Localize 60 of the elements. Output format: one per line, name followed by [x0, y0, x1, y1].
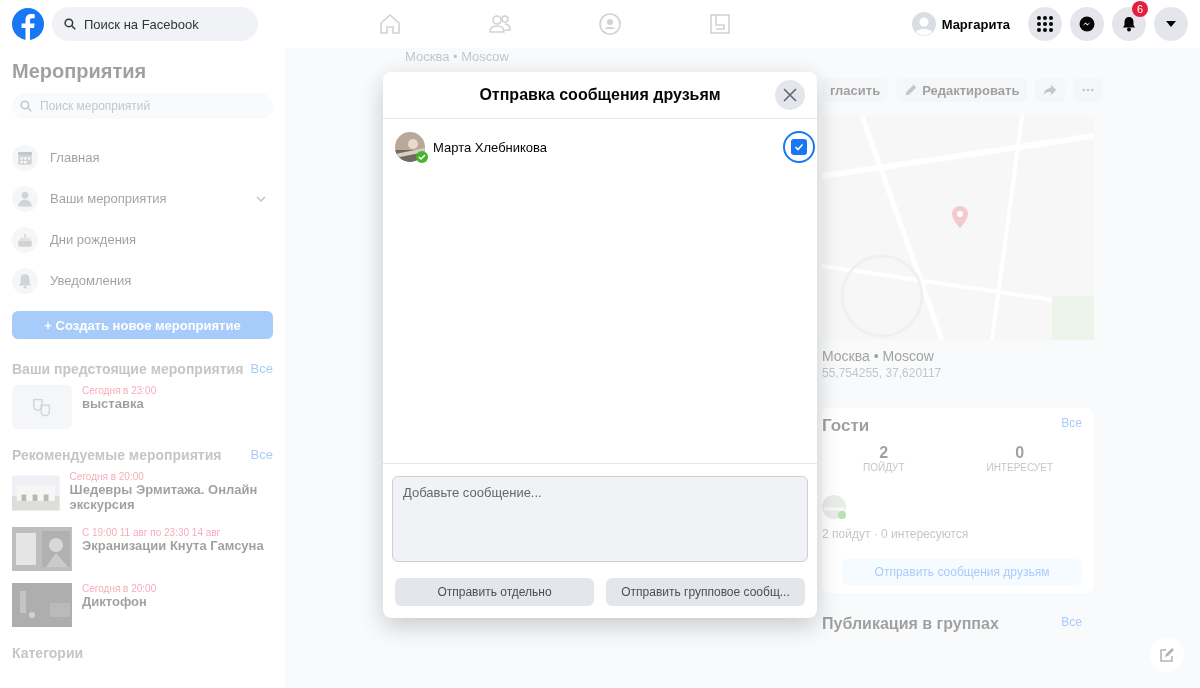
- event-item[interactable]: Сегодня в 20:00 Диктофон: [12, 583, 273, 627]
- account-button[interactable]: [1154, 7, 1188, 41]
- compose-button[interactable]: [1150, 638, 1184, 672]
- search-icon: [20, 100, 32, 112]
- section-title: Категории: [12, 645, 84, 661]
- checkbox[interactable]: [791, 139, 807, 155]
- sidebar-item[interactable]: Дни рождения: [12, 219, 273, 260]
- more-button[interactable]: [1073, 78, 1104, 102]
- bell-icon: [1121, 16, 1137, 32]
- search-icon: [64, 17, 76, 31]
- close-button[interactable]: [775, 80, 805, 110]
- location-name: Москва • Moscow: [822, 348, 935, 364]
- guest-stat[interactable]: 0 ИНТЕРЕСУЕТ: [986, 444, 1053, 473]
- see-all-link[interactable]: Все: [250, 361, 273, 377]
- search-field[interactable]: Поиск на Facebook: [52, 7, 258, 41]
- guest-stat[interactable]: 2 ПОЙДУТ: [863, 444, 905, 473]
- pencil-icon: [904, 83, 919, 97]
- sidebar-item[interactable]: Главная: [12, 137, 273, 178]
- grid-menu-icon: [1037, 16, 1053, 32]
- home-icon[interactable]: [377, 12, 402, 36]
- message-friends-button[interactable]: Отправить сообщения друзьям: [842, 559, 1082, 585]
- card-title: Гости: [822, 416, 870, 436]
- check-icon: [794, 142, 804, 152]
- avatar-icon[interactable]: [911, 12, 936, 36]
- close-icon: [782, 87, 798, 103]
- sidebar-title: Мероприятия: [12, 60, 148, 83]
- share-icon: [1043, 83, 1058, 97]
- dialog-title: Отправка сообщения друзьям: [479, 86, 721, 104]
- see-all-link[interactable]: Все: [250, 447, 273, 463]
- section-title: Ваши предстоящие мероприятия: [12, 361, 244, 377]
- user-name[interactable]: Маргарита: [941, 16, 1010, 32]
- search-field[interactable]: Поиск на Facebook: [82, 15, 246, 33]
- groups-icon[interactable]: [597, 12, 622, 36]
- sidebar-icon: [16, 271, 34, 290]
- event-item[interactable]: Сегодня в 23:00 выставка: [12, 385, 273, 429]
- sidebar-item[interactable]: Ваши мероприятия: [12, 178, 273, 219]
- action-button[interactable]: гласить: [822, 78, 889, 102]
- event-item[interactable]: С 19:00 11 авг по 23:30 14 авг Экранизации Кнута Гамсуна: [12, 527, 273, 571]
- sidebar-icon: [16, 189, 34, 208]
- messenger-button[interactable]: [1070, 7, 1104, 41]
- section-title: Рекомендуемые мероприятия: [12, 447, 222, 463]
- guests-summary: 2 пойдут · 0 интересуются: [822, 527, 970, 541]
- notifications-button[interactable]: [1112, 7, 1146, 41]
- event-item[interactable]: Сегодня в 20:00 Шедевры Эрмитажа. Онлайн экскурсия: [12, 471, 273, 515]
- create-event-button[interactable]: + Создать новое мероприятие: [12, 311, 273, 339]
- friends-icon[interactable]: [487, 12, 512, 36]
- see-all-link[interactable]: Все: [1061, 615, 1082, 633]
- messenger-icon: [1079, 16, 1095, 32]
- action-button[interactable]: Редактировать: [896, 78, 1028, 102]
- compose-icon: [1159, 647, 1175, 663]
- sidebar-item[interactable]: Уведомления: [12, 260, 273, 301]
- facebook-logo[interactable]: [12, 8, 44, 40]
- notification-badge: 6: [1132, 1, 1148, 17]
- friend-name: Марта Хлебникова: [433, 139, 549, 155]
- menu-button[interactable]: [1028, 7, 1062, 41]
- message-field[interactable]: Добавьте сообщение...: [392, 476, 808, 562]
- guest-avatar-icon[interactable]: [822, 495, 846, 519]
- section-title: Публикация в группах: [822, 615, 999, 633]
- see-all-link[interactable]: Все: [1061, 416, 1082, 436]
- share-button[interactable]: [1035, 78, 1066, 102]
